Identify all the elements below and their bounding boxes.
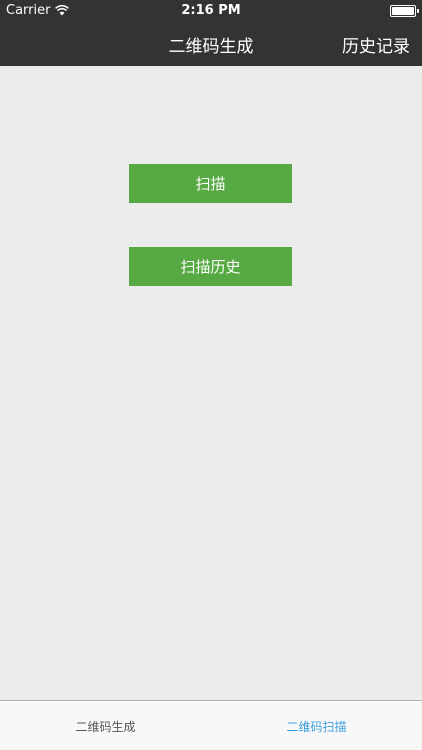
tab-qr-scan[interactable]: 二维码扫描 bbox=[211, 701, 422, 750]
status-time: 2:16 PM bbox=[181, 3, 241, 18]
navigation-bar: 二维码生成 历史记录 bbox=[0, 22, 422, 66]
main-content: 扫描 扫描历史 bbox=[0, 66, 422, 700]
scan-button[interactable]: 扫描 bbox=[129, 164, 292, 203]
app-screen: Carrier 2:16 PM 二维码生成 历史记录 扫描 扫描历史 二维码生成… bbox=[0, 0, 422, 750]
tab-qr-generate[interactable]: 二维码生成 bbox=[0, 701, 211, 750]
status-bar: Carrier 2:16 PM bbox=[0, 0, 422, 22]
scan-history-button[interactable]: 扫描历史 bbox=[129, 247, 292, 286]
history-record-button[interactable]: 历史记录 bbox=[342, 32, 410, 57]
battery-icon bbox=[390, 5, 419, 17]
tab-bar: 二维码生成 二维码扫描 bbox=[0, 700, 422, 750]
top-bar: Carrier 2:16 PM 二维码生成 历史记录 bbox=[0, 0, 422, 66]
